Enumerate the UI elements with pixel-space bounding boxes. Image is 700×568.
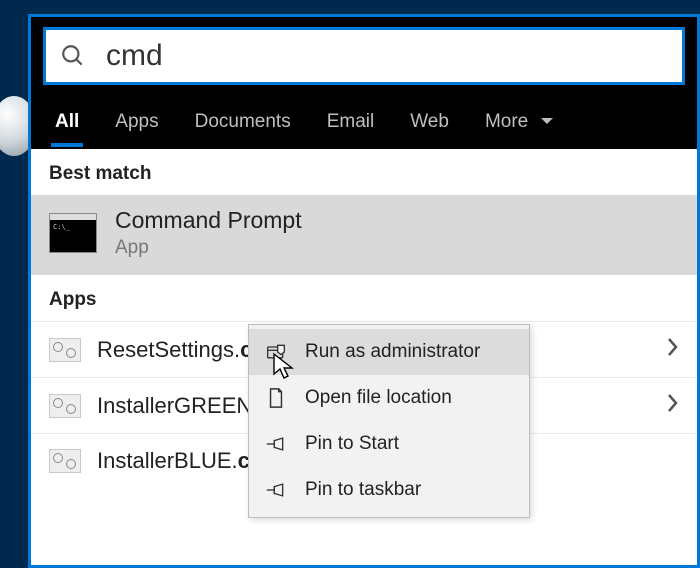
menu-label: Open file location	[305, 387, 452, 409]
tab-web[interactable]: Web	[406, 101, 453, 147]
folder-icon	[265, 388, 287, 408]
search-icon	[60, 43, 86, 69]
command-prompt-icon: C:\_	[49, 213, 97, 253]
filter-tabs: All Apps Documents Email Web More	[31, 91, 697, 149]
shield-admin-icon	[265, 343, 287, 361]
result-title: Command Prompt	[115, 207, 302, 234]
tab-apps[interactable]: Apps	[111, 101, 162, 147]
section-best-match: Best match	[31, 149, 697, 195]
app-label: ResetSettings.c	[97, 337, 252, 363]
batch-file-icon	[49, 338, 81, 362]
result-subtitle: App	[115, 237, 302, 259]
tab-email[interactable]: Email	[323, 101, 379, 147]
batch-file-icon	[49, 394, 81, 418]
context-menu: Run as administrator Open file location …	[248, 324, 530, 518]
tab-more[interactable]: More	[481, 101, 558, 147]
tab-more-label: More	[485, 111, 528, 132]
result-command-prompt[interactable]: C:\_ Command Prompt App	[31, 195, 697, 275]
menu-run-as-administrator[interactable]: Run as administrator	[249, 329, 529, 375]
menu-pin-to-start[interactable]: Pin to Start	[249, 421, 529, 467]
menu-label: Pin to Start	[305, 433, 399, 455]
menu-pin-to-taskbar[interactable]: Pin to taskbar	[249, 467, 529, 513]
pin-icon	[265, 481, 287, 499]
tab-all[interactable]: All	[51, 101, 83, 147]
chevron-down-icon	[540, 111, 554, 132]
section-apps: Apps	[31, 275, 697, 321]
menu-label: Pin to taskbar	[305, 479, 421, 501]
chevron-right-icon[interactable]	[665, 336, 679, 363]
result-text: Command Prompt App	[115, 207, 302, 259]
chevron-right-icon[interactable]	[665, 392, 679, 419]
pin-icon	[265, 435, 287, 453]
search-input[interactable]	[104, 38, 668, 74]
search-box[interactable]	[43, 27, 685, 85]
search-header: All Apps Documents Email Web More	[31, 17, 697, 149]
menu-label: Run as administrator	[305, 341, 480, 363]
app-label: InstallerGREEN	[97, 393, 252, 419]
batch-file-icon	[49, 449, 81, 473]
menu-open-file-location[interactable]: Open file location	[249, 375, 529, 421]
tab-documents[interactable]: Documents	[191, 101, 295, 147]
